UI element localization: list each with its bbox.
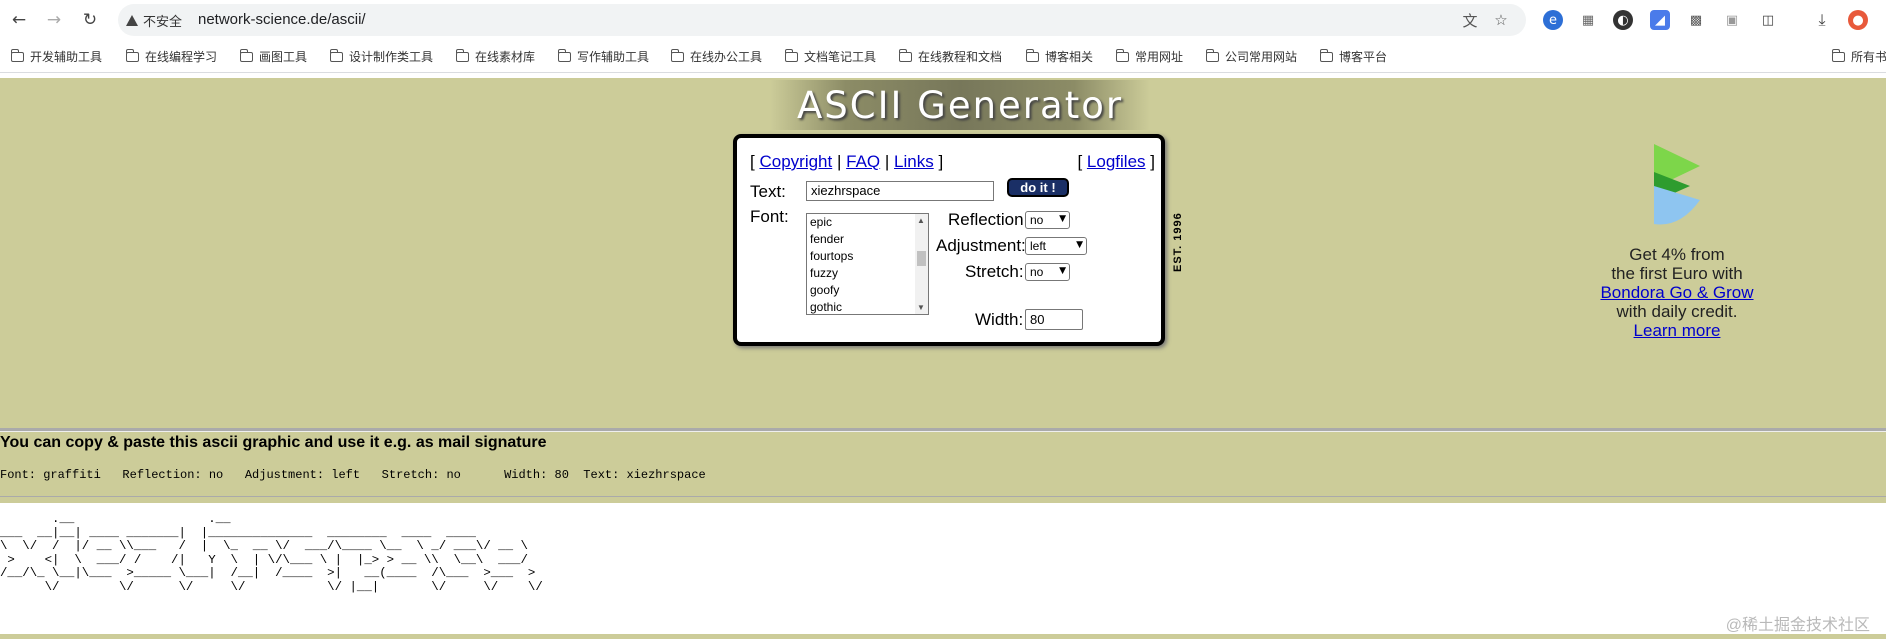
bookmark-folder[interactable]: 在线办公工具 <box>670 48 762 65</box>
extension-blue-icon[interactable]: e <box>1543 10 1563 30</box>
text-input[interactable]: xiezhrspace <box>806 181 994 201</box>
stretch-label: Stretch: <box>965 262 1024 281</box>
browser-toolbar: ← → ↻ 不安全 network-science.de/ascii/ 文 ☆ … <box>0 0 1886 40</box>
width-label: Width: <box>975 310 1024 329</box>
font-option[interactable]: fourtops <box>807 248 914 265</box>
forward-icon[interactable]: → <box>42 8 66 32</box>
folder-icon <box>557 48 571 62</box>
text-label: Text: <box>750 182 786 201</box>
font-option[interactable]: goofy <box>807 282 914 299</box>
font-option[interactable]: gothic <box>807 299 914 314</box>
scroll-up-icon[interactable]: ▲ <box>917 216 925 225</box>
ad-line: Get 4% from <box>1629 245 1725 264</box>
puzzle-icon[interactable]: ◫ <box>1758 10 1778 30</box>
stretch-select[interactable]: no ▼ <box>1025 263 1070 281</box>
bookmark-folder[interactable]: 文档笔记工具 <box>784 48 876 65</box>
scroll-down-icon[interactable]: ▼ <box>917 303 925 312</box>
page-title: ASCII Generator <box>796 83 1124 127</box>
reload-icon[interactable]: ↻ <box>78 8 102 32</box>
folder-icon <box>239 48 253 62</box>
download-icon[interactable]: ⤓ <box>1812 10 1832 30</box>
copyright-link[interactable]: Copyright <box>759 152 832 171</box>
font-list-scrollbar[interactable]: ▲ ▼ <box>915 214 928 314</box>
scroll-thumb[interactable] <box>917 251 926 266</box>
profile-icon[interactable]: ● <box>1848 10 1868 30</box>
bookmarks-bar: 开发辅助工具 在线编程学习 画图工具 设计制作类工具 在线素材库 写作辅助工具 … <box>0 40 1886 73</box>
folder-icon <box>784 48 798 62</box>
adjustment-label: Adjustment: <box>936 236 1026 255</box>
extension-qr-icon[interactable]: ▩ <box>1686 10 1706 30</box>
bookmark-folder[interactable]: 在线教程和文档 <box>898 48 1002 65</box>
url-text[interactable]: network-science.de/ascii/ <box>198 11 366 28</box>
generator-form: [ Copyright | FAQ | Links ] [ Logfiles ]… <box>733 134 1165 346</box>
folder-icon <box>670 48 684 62</box>
bookmark-folder[interactable]: 写作辅助工具 <box>557 48 649 65</box>
faq-link[interactable]: FAQ <box>846 152 880 171</box>
address-bar[interactable]: 不安全 network-science.de/ascii/ 文 ☆ <box>118 4 1526 36</box>
folder-icon <box>1319 48 1333 62</box>
security-indicator[interactable]: 不安全 <box>126 11 182 30</box>
bookmark-folder[interactable]: 博客平台 <box>1319 48 1387 65</box>
extension-dark-icon[interactable]: ◐ <box>1613 10 1633 30</box>
result-meta: Font: graffiti Reflection: no Adjustment… <box>0 468 706 482</box>
bookmark-folder[interactable]: 在线编程学习 <box>125 48 217 65</box>
nav-links: [ Copyright | FAQ | Links ] <box>750 152 944 171</box>
font-option[interactable]: epic <box>807 214 914 231</box>
bookmark-folder[interactable]: 开发辅助工具 <box>10 48 102 65</box>
bookmark-folder[interactable]: 博客相关 <box>1025 48 1093 65</box>
extension-grid-icon[interactable]: ▦ <box>1578 10 1598 30</box>
est-label: EST. 1996 <box>1172 212 1184 272</box>
folder-icon <box>1115 48 1129 62</box>
links-link[interactable]: Links <box>894 152 934 171</box>
ad-line: with daily credit. <box>1616 302 1738 321</box>
divider <box>0 496 1886 497</box>
chevron-down-icon: ▼ <box>1059 266 1066 276</box>
reflection-select[interactable]: no ▼ <box>1025 211 1070 229</box>
bondora-logo-icon[interactable] <box>1650 142 1704 228</box>
bookmark-folder[interactable]: 公司常用网站 <box>1205 48 1297 65</box>
bookmark-folder[interactable]: 设计制作类工具 <box>329 48 433 65</box>
chevron-down-icon: ▼ <box>1059 214 1066 224</box>
font-option[interactable]: fender <box>807 231 914 248</box>
title-banner: ASCII Generator <box>770 80 1150 130</box>
chevron-down-icon: ▼ <box>1076 240 1083 250</box>
folder-icon <box>1205 48 1219 62</box>
font-list[interactable]: epic fender fourtops fuzzy goofy gothic … <box>806 213 929 315</box>
bookmark-all[interactable]: 所有书 <box>1831 48 1886 65</box>
extension-gray-icon[interactable]: ▣ <box>1722 10 1742 30</box>
learn-more-link[interactable]: Learn more <box>1634 321 1721 340</box>
back-icon[interactable]: ← <box>7 8 31 32</box>
warning-icon <box>126 15 138 26</box>
copy-message: You can copy & paste this ascii graphic … <box>0 434 547 451</box>
bookmark-folder[interactable]: 常用网址 <box>1115 48 1183 65</box>
folder-icon <box>10 48 24 62</box>
translate-icon[interactable]: 文 <box>1460 10 1480 30</box>
logfiles-link[interactable]: Logfiles <box>1087 152 1146 171</box>
font-label: Font: <box>750 207 789 226</box>
folder-icon <box>898 48 912 62</box>
width-input[interactable]: 80 <box>1025 309 1083 330</box>
reflection-label: Reflection: <box>948 210 1029 229</box>
watermark: @稀土掘金技术社区 <box>1725 617 1870 634</box>
do-it-button[interactable]: do it ! <box>1007 178 1069 197</box>
folder-icon <box>329 48 343 62</box>
bookmark-folder[interactable]: 在线素材库 <box>455 48 535 65</box>
star-icon[interactable]: ☆ <box>1491 10 1511 30</box>
folder-icon <box>1025 48 1039 62</box>
folder-icon <box>125 48 139 62</box>
font-option[interactable]: fuzzy <box>807 265 914 282</box>
bottom-strip <box>0 634 1886 639</box>
ad-block: Get 4% from the first Euro with Bondora … <box>1570 245 1784 340</box>
folder-icon <box>455 48 469 62</box>
ascii-output[interactable]: .__ .__ ___ __|__| ____ _______| |______… <box>0 512 706 595</box>
extension-blue-square-icon[interactable]: ◢ <box>1650 10 1670 30</box>
bondora-link[interactable]: Bondora Go & Grow <box>1600 283 1753 302</box>
ad-line: the first Euro with <box>1611 264 1743 283</box>
folder-icon <box>1831 48 1845 62</box>
logfiles-links: [ Logfiles ] <box>1077 152 1155 171</box>
bookmark-folder[interactable]: 画图工具 <box>239 48 307 65</box>
adjustment-select[interactable]: left ▼ <box>1025 237 1087 255</box>
security-label: 不安全 <box>143 14 183 29</box>
